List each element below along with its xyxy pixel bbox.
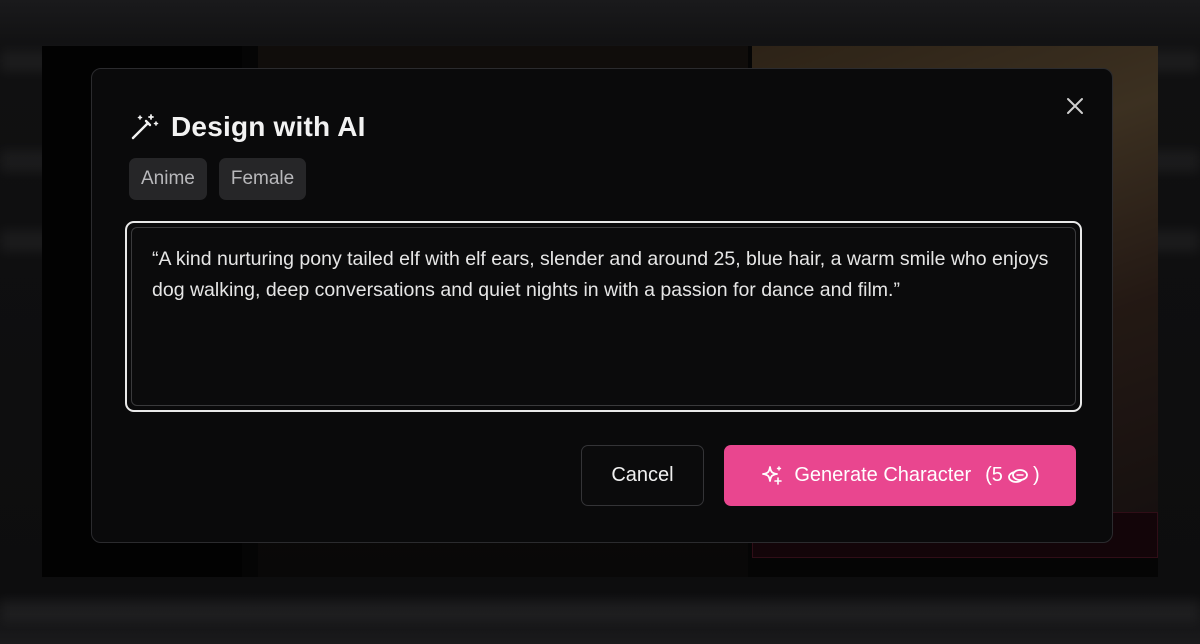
- prompt-textarea[interactable]: “A kind nurturing pony tailed elf with e…: [131, 227, 1076, 406]
- dialog-header: Design with AI: [129, 111, 366, 143]
- cancel-button[interactable]: Cancel: [581, 445, 704, 506]
- magic-wand-icon: [129, 112, 159, 142]
- close-button[interactable]: [1064, 95, 1086, 117]
- page: Design with AI Anime Female “A kind nurt…: [0, 0, 1200, 644]
- cost-amount: (5: [985, 464, 1003, 486]
- generate-button-label: Generate Character: [794, 464, 972, 486]
- backdrop-band: [0, 600, 1200, 622]
- tag-female[interactable]: Female: [218, 158, 307, 200]
- dialog-actions: Cancel Generate Character (5): [581, 445, 1076, 506]
- generation-cost: (5 ): [985, 464, 1039, 487]
- tag-list: Anime Female: [129, 158, 307, 200]
- cost-close-paren: ): [1032, 464, 1040, 486]
- close-icon: [1067, 98, 1083, 114]
- design-with-ai-dialog: Design with AI Anime Female “A kind nurt…: [91, 68, 1113, 543]
- generate-character-button[interactable]: Generate Character (5 ): [724, 445, 1076, 506]
- coin-icon: [1007, 467, 1029, 485]
- sparkles-icon: [760, 464, 784, 488]
- dialog-title: Design with AI: [171, 111, 366, 142]
- prompt-textarea-wrapper: “A kind nurturing pony tailed elf with e…: [125, 221, 1082, 412]
- tag-anime[interactable]: Anime: [129, 158, 207, 200]
